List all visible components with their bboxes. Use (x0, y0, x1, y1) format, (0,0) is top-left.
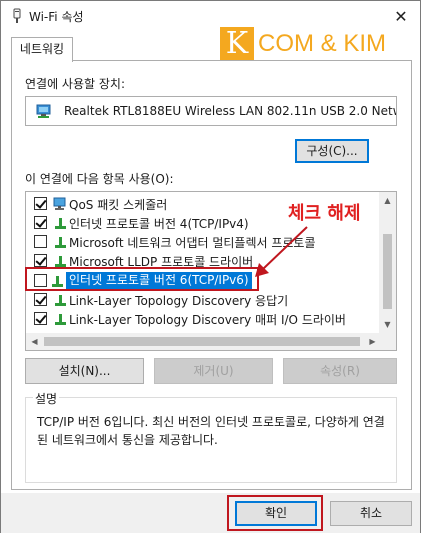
scroll-left-arrow-icon[interactable]: ◀ (26, 333, 43, 350)
annotation-uncheck-text: 체크 해제 (288, 203, 361, 224)
item-checkbox[interactable] (34, 197, 47, 210)
adapter-name-field: Realtek RTL8188EU Wireless LAN 802.11n U… (25, 96, 397, 126)
qos-icon (53, 197, 66, 210)
vertical-scroll-thumb[interactable] (383, 234, 392, 309)
properties-button[interactable]: 속성(R) (283, 358, 397, 384)
description-text: TCP/IP 버전 6입니다. 최신 버전의 인터넷 프로토콜로, 다양하게 연… (37, 415, 385, 447)
list-item[interactable]: Link-Layer Topology Discovery 매퍼 I/O 드라이… (26, 309, 378, 328)
scrollbar-corner (379, 333, 396, 350)
vertical-scrollbar[interactable]: ▲ ▼ (379, 192, 396, 333)
list-item[interactable]: Link-Layer Topology Discovery 응답기 (26, 290, 378, 309)
protocol-icon (55, 256, 66, 267)
wifi-adapter-icon (13, 8, 21, 23)
annotation-arrow-icon (255, 226, 308, 277)
connect-using-label: 연결에 사용할 장치: (25, 77, 125, 91)
scroll-up-arrow-icon[interactable]: ▲ (379, 192, 396, 209)
tab-strip: 네트워킹 (9, 37, 412, 62)
configure-button[interactable]: 구성(C)... (295, 139, 369, 163)
description-title: 설명 (33, 390, 60, 407)
cancel-button[interactable]: 취소 (330, 501, 412, 526)
annotation-highlight-ok (227, 495, 323, 531)
annotation-highlight-ipv6 (25, 267, 259, 291)
item-checkbox[interactable] (34, 216, 47, 229)
protocol-icon (55, 295, 66, 306)
protocol-icon (55, 218, 66, 229)
close-button[interactable]: ✕ (390, 5, 412, 27)
network-adapter-icon (36, 104, 51, 118)
window-title: Wi-Fi 속성 (29, 10, 84, 24)
item-checkbox[interactable] (34, 235, 47, 248)
items-section-label: 이 연결에 다음 항목 사용(O): (25, 172, 174, 186)
uninstall-button[interactable]: 제거(U) (154, 358, 273, 384)
horizontal-scrollbar[interactable]: ◀ ▶ (26, 333, 381, 350)
adapter-name: Realtek RTL8188EU Wireless LAN 802.11n U… (64, 104, 397, 118)
install-button[interactable]: 설치(N)... (25, 358, 144, 384)
item-checkbox[interactable] (34, 293, 47, 306)
list-item[interactable]: Microsoft 네트워크 어댑터 멀티플렉서 프로토콜 (26, 232, 378, 251)
scroll-down-arrow-icon[interactable]: ▼ (379, 316, 396, 333)
tab-networking[interactable]: 네트워킹 (11, 37, 73, 62)
item-checkbox[interactable] (34, 312, 47, 325)
close-icon: ✕ (394, 6, 408, 26)
item-checkbox[interactable] (34, 254, 47, 267)
protocol-icon (55, 314, 66, 325)
horizontal-scroll-thumb[interactable] (44, 337, 360, 346)
protocol-icon (55, 237, 66, 248)
wifi-properties-dialog: Wi-Fi 속성 ✕ K COM & KIM 네트워킹 연결에 사용할 장치: … (0, 0, 421, 533)
